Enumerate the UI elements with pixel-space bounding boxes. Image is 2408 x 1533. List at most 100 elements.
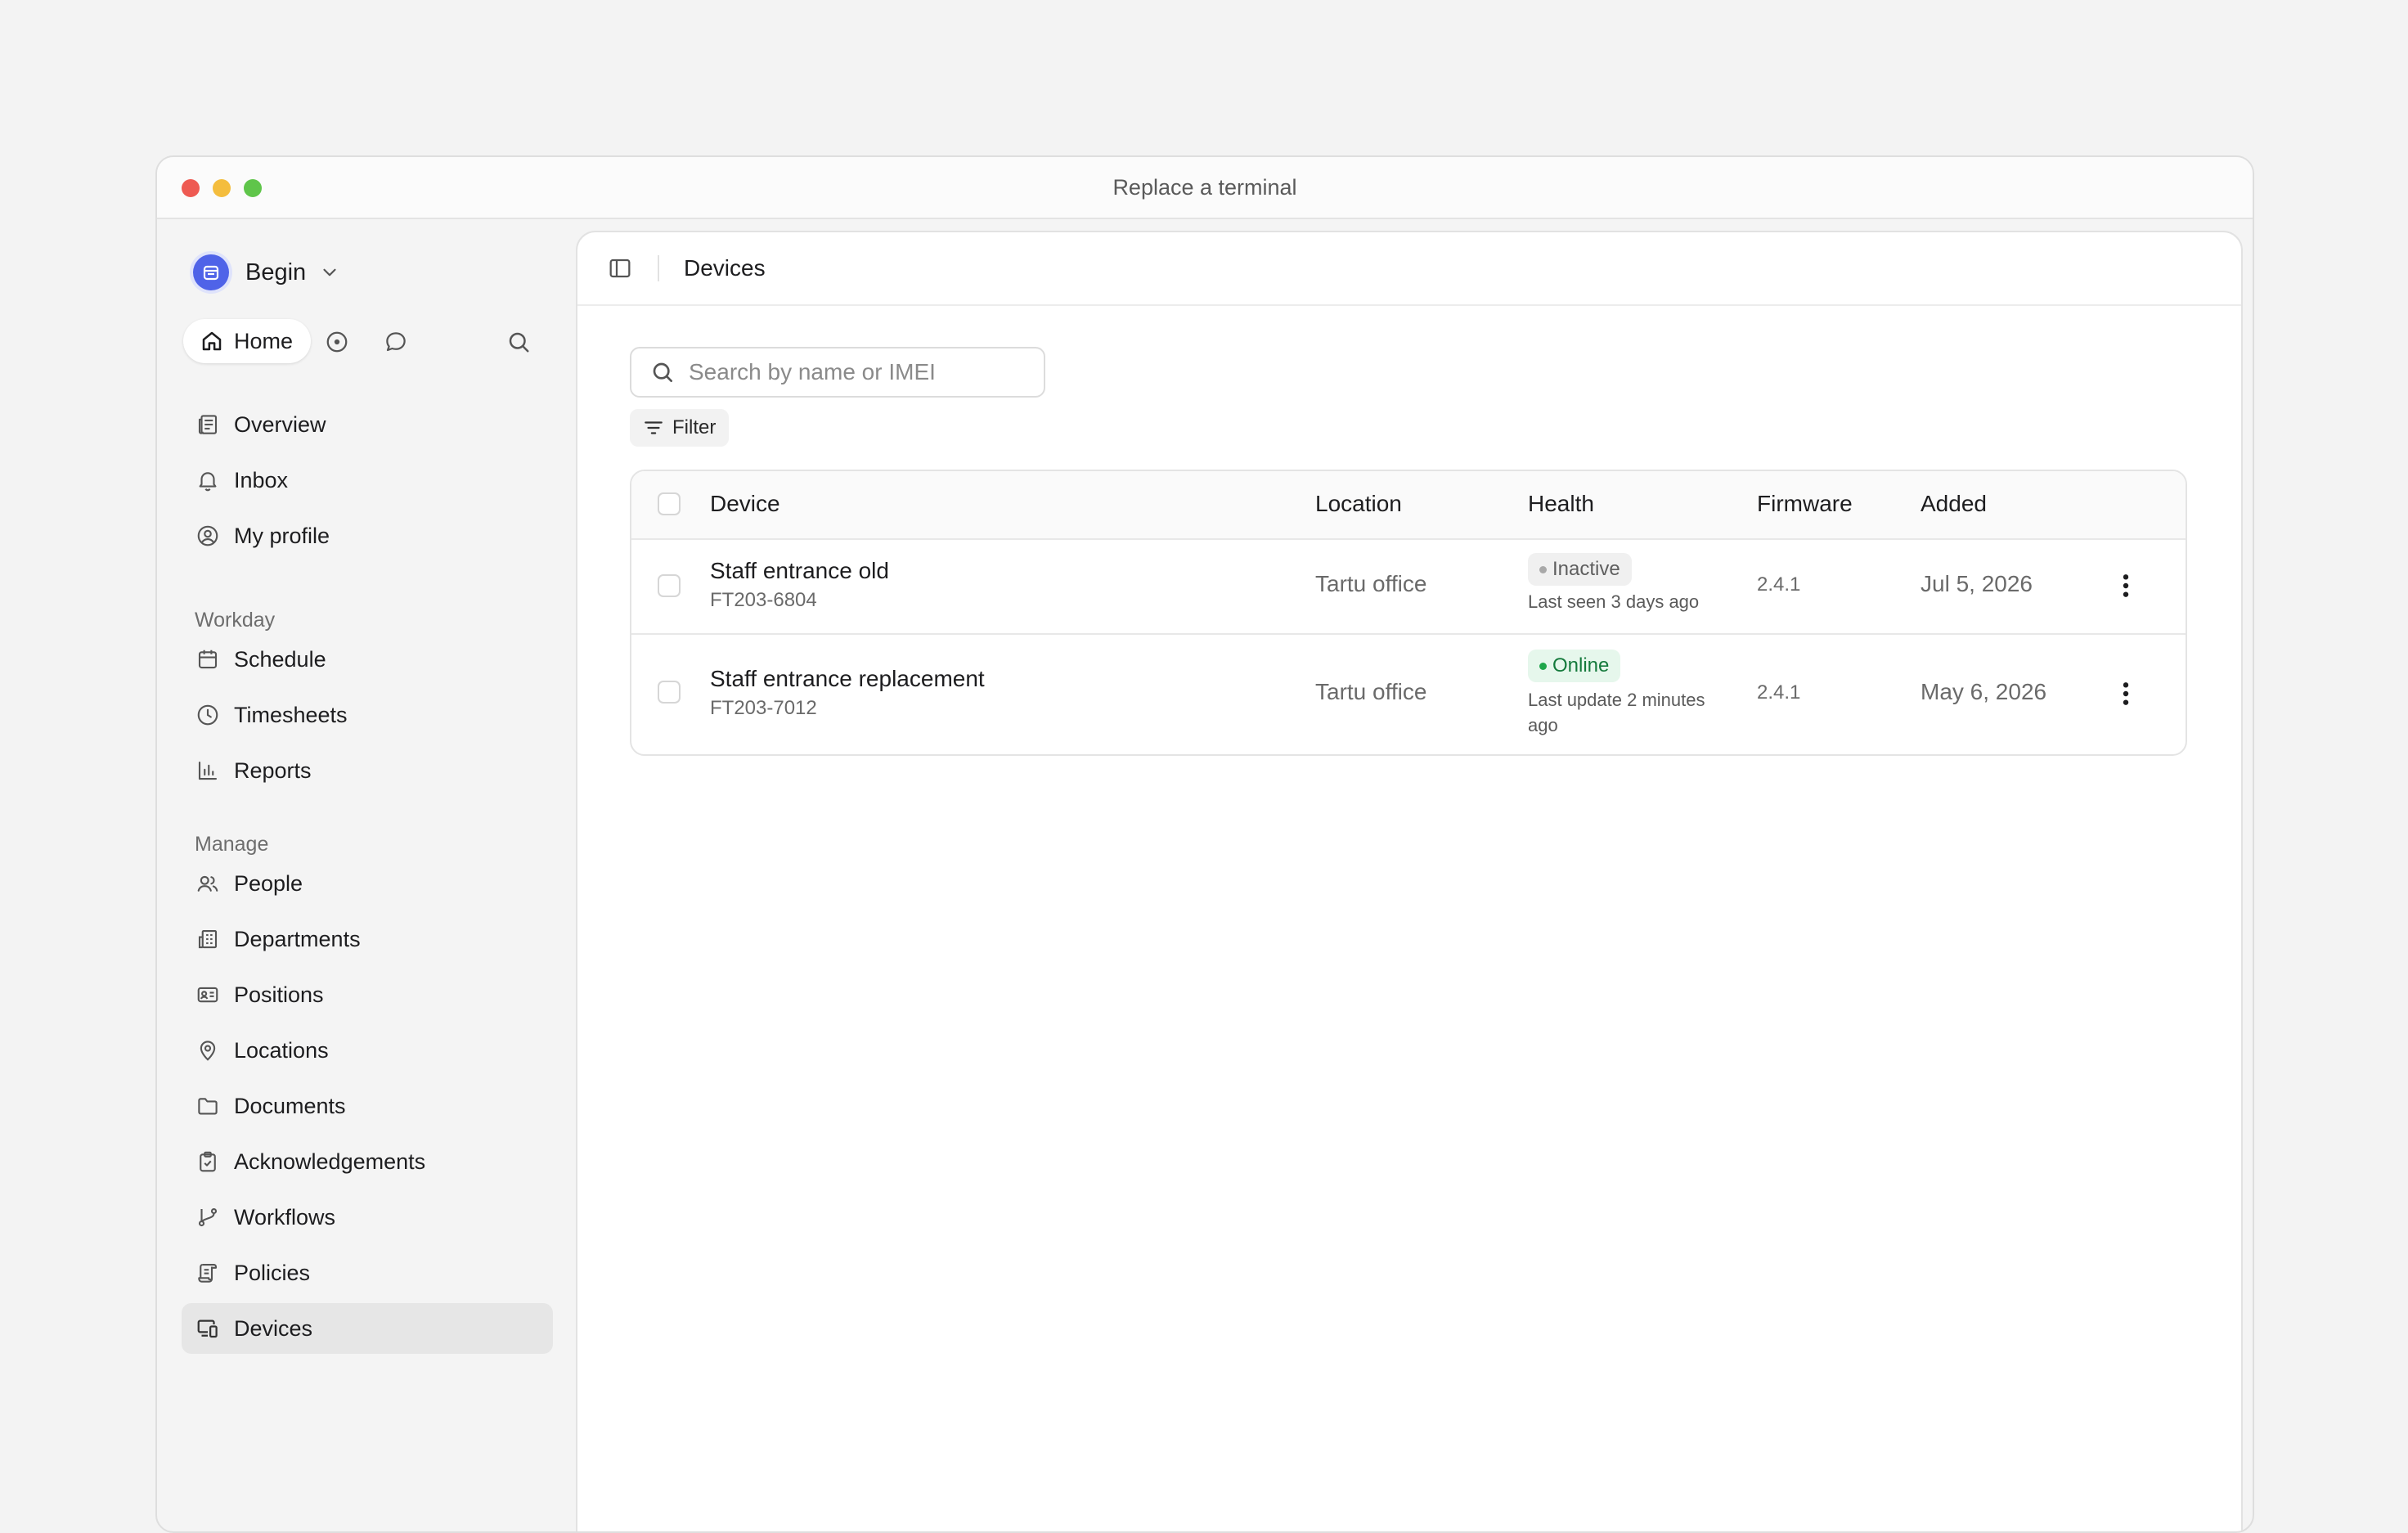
calendar-icon	[195, 646, 221, 672]
nav-label: Locations	[234, 1037, 329, 1063]
table-row[interactable]: Staff entrance replacement FT203-7012 Ta…	[631, 635, 2186, 754]
nav-item-locations[interactable]: Locations	[182, 1025, 553, 1076]
device-imei: FT203-6804	[710, 589, 817, 611]
home-label: Home	[234, 328, 294, 353]
header-divider	[658, 255, 659, 281]
workspace-switcher[interactable]: Begin	[193, 252, 340, 293]
table-header: Device Location Health Firmware Added	[631, 471, 2186, 540]
chat-bubble-icon	[386, 332, 406, 352]
chevron-down-icon	[319, 262, 340, 283]
clock-icon	[195, 702, 221, 728]
workspace-avatar	[193, 254, 229, 290]
device-imei: FT203-7012	[710, 697, 817, 719]
home-icon	[202, 331, 222, 351]
filter-icon	[645, 421, 663, 434]
nav-label: Departments	[234, 926, 361, 951]
search-input[interactable]	[687, 358, 1018, 386]
more-vertical-icon	[2123, 682, 2129, 705]
page-title: Devices	[684, 255, 766, 281]
column-header-firmware[interactable]: Firmware	[1757, 491, 1853, 517]
nav-label: Reports	[234, 758, 312, 783]
activity-button[interactable]	[324, 329, 350, 355]
nav-item-overview[interactable]: Overview	[182, 399, 553, 450]
select-all-checkbox[interactable]	[658, 492, 681, 515]
status-badge: Inactive	[1528, 553, 1632, 586]
column-header-device[interactable]: Device	[710, 491, 780, 517]
scroll-icon	[195, 1260, 221, 1286]
column-header-added[interactable]: Added	[1921, 491, 1987, 517]
nav-item-devices[interactable]: Devices	[182, 1303, 553, 1354]
row-checkbox[interactable]	[658, 681, 681, 704]
nav-label: Positions	[234, 982, 324, 1007]
device-name: Staff entrance old	[710, 558, 889, 583]
panel-header: Devices	[577, 232, 2241, 306]
status-label: Online	[1552, 654, 1610, 677]
section-label-workday: Workday	[195, 609, 276, 632]
added-date: Jul 5, 2026	[1921, 571, 2033, 596]
id-card-icon	[195, 982, 221, 1008]
nav-label: Devices	[234, 1315, 313, 1341]
nav-item-workflows[interactable]: Workflows	[182, 1192, 553, 1243]
sidebar: Begin Home Overview Inbox My profile Wor…	[157, 219, 576, 1531]
sidebar-toggle-button[interactable]	[607, 255, 633, 281]
app-window: Replace a terminal Begin Home Overview I…	[155, 155, 2254, 1533]
status-badge: Online	[1528, 650, 1621, 682]
nav-label: Inbox	[234, 467, 289, 492]
nav-label: Overview	[234, 411, 326, 437]
status-label: Inactive	[1552, 558, 1620, 580]
table-row[interactable]: Staff entrance old FT203-6804 Tartu offi…	[631, 538, 2186, 635]
health-note: Last seen 3 days ago	[1528, 591, 1700, 612]
nav-label: Workflows	[234, 1204, 336, 1230]
nav-item-schedule[interactable]: Schedule	[182, 634, 553, 685]
nav-label: People	[234, 870, 303, 896]
search-button[interactable]	[505, 329, 532, 355]
bell-icon	[195, 467, 221, 493]
filter-label: Filter	[672, 416, 717, 438]
column-header-location[interactable]: Location	[1315, 491, 1402, 517]
main-panel: Devices Filter Device Location Health Fi…	[576, 231, 2243, 1531]
sidebar-toggle-icon	[609, 258, 631, 278]
nav-item-positions[interactable]: Positions	[182, 969, 553, 1020]
messages-button[interactable]	[383, 329, 409, 355]
nav-item-timesheets[interactable]: Timesheets	[182, 690, 553, 740]
clipboard-check-icon	[195, 1149, 221, 1175]
added-date: May 6, 2026	[1921, 679, 2047, 704]
status-dot	[1539, 566, 1547, 573]
users-icon	[195, 870, 221, 897]
nav-label: Acknowledgements	[234, 1149, 426, 1174]
device-location: Tartu office	[1315, 679, 1427, 704]
window-title: Replace a terminal	[1112, 175, 1297, 200]
firmware-version: 2.4.1	[1757, 573, 1801, 596]
calendar-badge-icon	[203, 265, 219, 281]
nav-item-departments[interactable]: Departments	[182, 914, 553, 964]
home-button[interactable]: Home	[183, 319, 312, 363]
nav-item-people[interactable]: People	[182, 858, 553, 909]
newspaper-icon	[195, 411, 221, 438]
nav-item-reports[interactable]: Reports	[182, 745, 553, 796]
nav-label: Documents	[234, 1093, 346, 1118]
device-name: Staff entrance replacement	[710, 666, 985, 691]
nav-item-policies[interactable]: Policies	[182, 1248, 553, 1298]
user-circle-icon	[195, 523, 221, 549]
row-actions-button[interactable]	[2114, 677, 2138, 710]
devices-table: Device Location Health Firmware Added St…	[630, 470, 2187, 756]
row-checkbox[interactable]	[658, 574, 681, 597]
search-box[interactable]	[630, 347, 1045, 398]
nav-item-acknowledgements[interactable]: Acknowledgements	[182, 1136, 553, 1187]
title-bar: Replace a terminal	[157, 157, 2253, 219]
nav-item-inbox[interactable]: Inbox	[182, 455, 553, 506]
circle-dot-icon	[326, 331, 348, 353]
nav-label: Schedule	[234, 646, 326, 672]
search-icon	[649, 359, 676, 385]
folder-icon	[195, 1093, 221, 1119]
nav-label: My profile	[234, 523, 330, 548]
workspace-name: Begin	[245, 258, 307, 285]
filter-button[interactable]: Filter	[630, 409, 730, 447]
nav-item-my-profile[interactable]: My profile	[182, 510, 553, 561]
column-header-health[interactable]: Health	[1528, 491, 1594, 517]
status-dot	[1539, 663, 1547, 670]
nav-item-documents[interactable]: Documents	[182, 1081, 553, 1131]
search-icon	[509, 332, 529, 353]
bar-chart-icon	[195, 758, 221, 784]
row-actions-button[interactable]	[2114, 569, 2138, 602]
